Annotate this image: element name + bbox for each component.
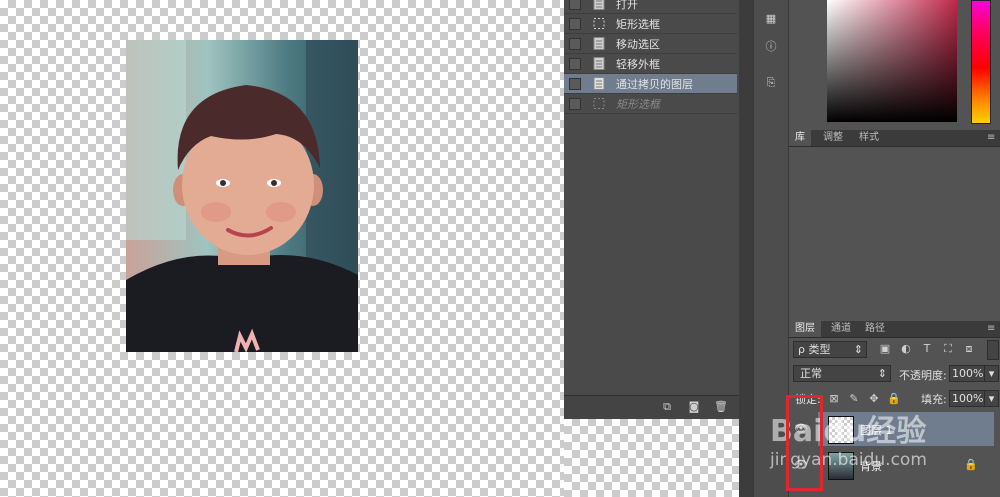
- smart-object-filter-icon[interactable]: ⧈: [962, 342, 976, 356]
- snapshot-checkbox[interactable]: [569, 37, 581, 50]
- dock-separator: [739, 0, 753, 497]
- swatches-icon[interactable]: ▦: [764, 12, 778, 26]
- tab-library[interactable]: 库: [789, 130, 811, 146]
- history-item-label: 轻移外框: [616, 57, 660, 71]
- snapshot-checkbox[interactable]: [569, 17, 581, 30]
- lock-transparency-icon[interactable]: ⊠: [827, 392, 841, 406]
- blend-mode-value: 正常: [800, 367, 822, 380]
- tab-layers[interactable]: 图层: [789, 321, 821, 337]
- shape-filter-icon[interactable]: ⛶: [941, 342, 955, 356]
- fill-label: 填充:: [921, 393, 947, 406]
- history-item-label: 通过拷贝的图层: [616, 77, 693, 91]
- tab-adjustments[interactable]: 调整: [817, 130, 849, 146]
- opacity-input[interactable]: 100%: [949, 365, 985, 382]
- history-item-label: 矩形选框: [616, 17, 660, 31]
- lock-position-icon[interactable]: ✥: [867, 392, 881, 406]
- history-item-label: 移动选区: [616, 37, 660, 51]
- snapshot-checkbox[interactable]: [569, 57, 581, 70]
- marquee-icon: [593, 17, 605, 30]
- blend-mode-select[interactable]: 正常 ⇕: [793, 365, 891, 382]
- snapshot-checkbox[interactable]: [569, 0, 581, 10]
- panel-menu-icon[interactable]: ≡: [981, 130, 1000, 146]
- snapshot-checkbox[interactable]: [569, 97, 581, 110]
- document-canvas-strip[interactable]: [564, 418, 740, 497]
- tab-paths[interactable]: 路径: [859, 321, 891, 337]
- history-item[interactable]: 轻移外框: [564, 54, 737, 74]
- new-document-from-state-icon[interactable]: ⧉: [660, 400, 674, 414]
- trash-icon[interactable]: 🗑: [714, 400, 728, 414]
- color-picker-field[interactable]: [827, 0, 957, 122]
- info-icon[interactable]: ⓘ: [764, 40, 778, 54]
- snapshot-checkbox[interactable]: [569, 77, 581, 90]
- lock-all-icon[interactable]: 🔒: [887, 392, 901, 406]
- library-tabbar: 库 调整 样式 ≡: [789, 130, 1000, 147]
- type-filter-icon[interactable]: T: [920, 342, 934, 356]
- history-item[interactable]: 矩形选框: [564, 14, 737, 34]
- lock-pixels-icon[interactable]: ✎: [847, 392, 861, 406]
- opacity-slider-button[interactable]: ▾: [984, 365, 999, 382]
- opacity-label: 不透明度:: [899, 369, 947, 382]
- filter-toggle[interactable]: [987, 340, 999, 360]
- boy-photo-layer: [126, 40, 358, 352]
- history-item[interactable]: 移动选区: [564, 34, 737, 54]
- layers-tabbar: 图层 通道 路径 ≡: [789, 321, 1000, 338]
- document-icon: [593, 57, 605, 70]
- chevron-down-icon: ⇕: [853, 343, 863, 356]
- panel-menu-icon[interactable]: ≡: [981, 321, 1000, 337]
- tab-channels[interactable]: 通道: [825, 321, 857, 337]
- annotation-highlight-box: [786, 395, 823, 491]
- history-item-selected[interactable]: 通过拷贝的图层: [564, 74, 737, 94]
- history-item-dimmed[interactable]: 矩形选框: [564, 94, 737, 114]
- marquee-icon: [593, 97, 605, 110]
- history-panel: 打开 矩形选框 移动选区 轻移外框 通过拷贝的图层 矩形选框: [564, 0, 740, 418]
- fill-slider-button[interactable]: ▾: [984, 390, 999, 407]
- history-item[interactable]: 打开: [564, 0, 737, 14]
- camera-icon[interactable]: ◙: [687, 400, 701, 414]
- clone-source-icon[interactable]: ⎘: [764, 76, 778, 90]
- history-item-label: 打开: [616, 0, 638, 11]
- tab-styles[interactable]: 样式: [853, 130, 885, 146]
- image-filter-icon[interactable]: ▣: [878, 342, 892, 356]
- chevron-down-icon: ⇕: [877, 367, 887, 380]
- fill-input[interactable]: 100%: [949, 390, 985, 407]
- document-icon: [593, 77, 605, 90]
- history-item-label: 矩形选框: [616, 97, 660, 111]
- layer-filter-select[interactable]: ρ 类型 ⇕: [793, 341, 867, 358]
- layer-filter-label: ρ 类型: [798, 343, 831, 356]
- document-icon: [593, 0, 605, 10]
- adjustment-filter-icon[interactable]: ◐: [899, 342, 913, 356]
- document-icon: [593, 37, 605, 50]
- history-toolbar: ⧉ ◙ 🗑: [564, 395, 739, 419]
- hue-slider[interactable]: [971, 0, 991, 124]
